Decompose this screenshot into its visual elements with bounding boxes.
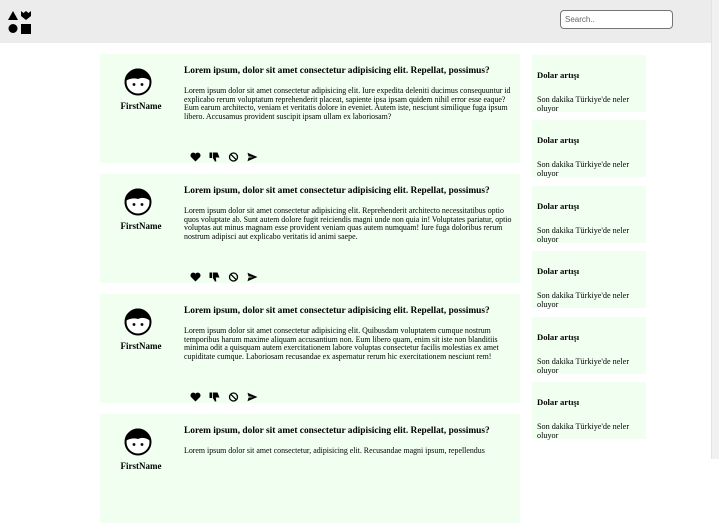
news-card-title: Dolar artışı: [537, 266, 580, 276]
news-card-title: Dolar artışı: [537, 332, 580, 342]
news-card-title: Dolar artışı: [537, 397, 580, 407]
post-actions: [190, 392, 258, 402]
block-icon[interactable]: [228, 272, 239, 282]
news-card[interactable]: Dolar artışı Son dakika Türkiye'de neler…: [532, 317, 646, 375]
person-avatar-icon: [124, 188, 152, 216]
news-card[interactable]: Dolar artışı Son dakika Türkiye'de neler…: [532, 120, 646, 178]
news-card[interactable]: Dolar artışı Son dakika Türkiye'de neler…: [532, 382, 646, 440]
post-body: Lorem ipsum dolor sit amet consectetur a…: [184, 206, 512, 241]
post-author-name[interactable]: FirstName: [112, 101, 170, 111]
post-body: Lorem ipsum dolor sit amet consectetur a…: [184, 326, 499, 361]
post-title: Lorem ipsum, dolor sit amet consectetur …: [184, 306, 490, 316]
block-icon[interactable]: [228, 152, 239, 162]
post-card: FirstName Lorem ipsum, dolor sit amet co…: [100, 414, 520, 523]
shapes-logo-icon[interactable]: [8, 10, 32, 34]
person-avatar-icon: [124, 428, 152, 456]
post-title: Lorem ipsum, dolor sit amet consectetur …: [184, 66, 490, 76]
news-card-text: Son dakika Türkiye'de neler oluyor: [537, 291, 630, 309]
heart-icon[interactable]: [190, 272, 201, 282]
block-icon[interactable]: [228, 392, 239, 402]
news-card[interactable]: Dolar artışı Son dakika Türkiye'de neler…: [532, 251, 646, 309]
person-avatar-icon: [124, 308, 152, 336]
post-title: Lorem ipsum, dolor sit amet consectetur …: [184, 186, 490, 196]
heart-icon[interactable]: [190, 392, 201, 402]
thumbs-down-icon[interactable]: [209, 272, 220, 282]
news-card-text: Son dakika Türkiye'de neler oluyor: [537, 422, 630, 440]
news-card-title: Dolar artışı: [537, 201, 580, 211]
post-card: FirstName Lorem ipsum, dolor sit amet co…: [100, 54, 520, 163]
post-card: FirstName Lorem ipsum, dolor sit amet co…: [100, 174, 520, 283]
post-author-name[interactable]: FirstName: [112, 221, 170, 231]
news-card[interactable]: Dolar artışı Son dakika Türkiye'de neler…: [532, 186, 646, 244]
send-icon[interactable]: [247, 392, 258, 402]
send-icon[interactable]: [247, 272, 258, 282]
news-card-text: Son dakika Türkiye'de neler oluyor: [537, 357, 630, 375]
heart-icon[interactable]: [190, 152, 201, 162]
post-card: FirstName Lorem ipsum, dolor sit amet co…: [100, 294, 520, 403]
news-card-text: Son dakika Türkiye'de neler oluyor: [537, 95, 630, 113]
news-card[interactable]: Dolar artışı Son dakika Türkiye'de neler…: [532, 55, 646, 113]
thumbs-down-icon[interactable]: [209, 392, 220, 402]
post-actions: [190, 152, 258, 162]
news-card-text: Son dakika Türkiye'de neler oluyor: [537, 226, 630, 244]
post-author-name[interactable]: FirstName: [112, 341, 170, 351]
post-body: Lorem ipsum dolor sit amet consectetur a…: [184, 86, 511, 121]
news-card-title: Dolar artışı: [537, 70, 580, 80]
search-input[interactable]: [560, 10, 673, 29]
top-header: [0, 0, 711, 43]
thumbs-down-icon[interactable]: [209, 152, 220, 162]
news-card-title: Dolar artışı: [537, 135, 580, 145]
person-avatar-icon: [124, 68, 152, 96]
news-card-text: Son dakika Türkiye'de neler oluyor: [537, 160, 630, 178]
post-title: Lorem ipsum, dolor sit amet consectetur …: [184, 426, 490, 436]
page-scrollbar[interactable]: [711, 0, 719, 459]
post-body: Lorem ipsum dolor sit amet consectetur, …: [184, 446, 485, 455]
send-icon[interactable]: [247, 152, 258, 162]
post-actions: [190, 272, 258, 282]
post-author-name[interactable]: FirstName: [112, 461, 170, 471]
